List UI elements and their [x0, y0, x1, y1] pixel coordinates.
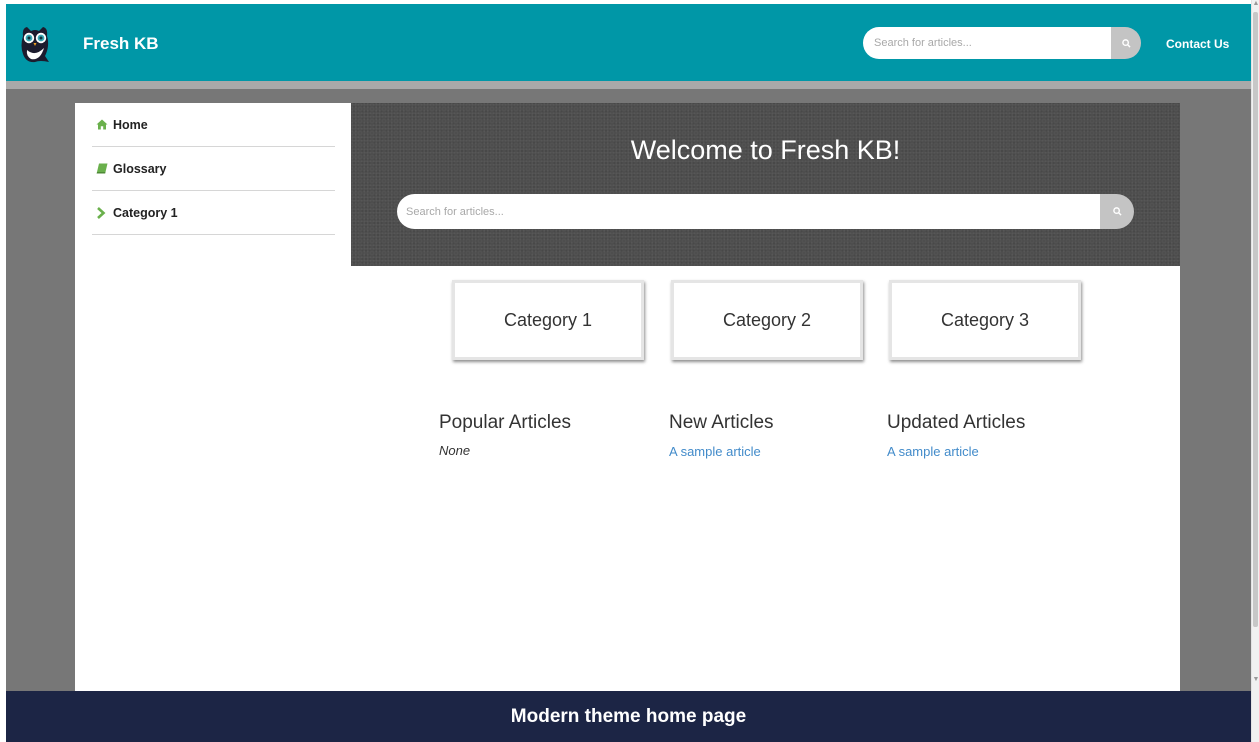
browser-viewport: Fresh KB Contact Us Home: [6, 4, 1251, 742]
hero-title: Welcome to Fresh KB!: [630, 135, 901, 165]
header-search-input[interactable]: [863, 27, 1111, 59]
header-search-button[interactable]: [1111, 27, 1141, 59]
sidebar-item-label: Category 1: [113, 205, 178, 220]
header-search: [863, 27, 1141, 59]
hero-search-button[interactable]: [1100, 194, 1134, 229]
search-icon: [1121, 38, 1131, 48]
category-card-2[interactable]: Category 2: [671, 280, 863, 360]
scrollbar-thumb[interactable]: [1253, 12, 1258, 627]
book-icon: [96, 163, 110, 174]
new-articles-section: New Articles A sample article: [669, 412, 869, 461]
sidebar-item-glossary[interactable]: Glossary: [92, 147, 335, 191]
popular-articles-section: Popular Articles None: [439, 412, 639, 458]
site-brand[interactable]: Fresh KB: [83, 34, 159, 54]
category-card-1[interactable]: Category 1: [452, 280, 644, 360]
scroll-down-arrow-icon[interactable]: ▼: [1252, 676, 1259, 684]
sidebar-item-home[interactable]: Home: [92, 103, 335, 147]
sidebar-item-label: Glossary: [113, 161, 167, 176]
site-header: Fresh KB Contact Us: [6, 4, 1251, 81]
popular-articles-empty: None: [439, 443, 471, 458]
hero-search-input[interactable]: [397, 194, 1100, 229]
caption-banner: Modern theme home page: [6, 691, 1251, 742]
vertical-scrollbar[interactable]: ▲ ▼: [1251, 0, 1259, 742]
new-articles-heading: New Articles: [669, 412, 774, 433]
scroll-up-arrow-icon[interactable]: ▲: [1252, 0, 1259, 8]
category-card-3[interactable]: Category 3: [889, 280, 1081, 360]
content-panel: Home Glossary Category 1 Welcome to Fres…: [75, 103, 1180, 742]
header-divider: [6, 81, 1251, 89]
sidebar-item-label: Home: [113, 117, 148, 132]
owl-logo-icon[interactable]: [18, 24, 52, 64]
sidebar-nav: Home Glossary Category 1: [92, 103, 335, 235]
sidebar-item-category-1[interactable]: Category 1: [92, 191, 335, 235]
home-icon: [96, 119, 110, 130]
new-article-link[interactable]: A sample article: [669, 444, 761, 459]
hero-search: [397, 194, 1134, 229]
popular-articles-heading: Popular Articles: [439, 412, 572, 433]
updated-articles-heading: Updated Articles: [887, 412, 1026, 433]
hero-banner: Welcome to Fresh KB!: [351, 103, 1180, 266]
chevron-right-icon: [96, 206, 110, 219]
updated-article-link[interactable]: A sample article: [887, 444, 979, 459]
search-icon: [1112, 207, 1122, 216]
contact-us-link[interactable]: Contact Us: [1166, 37, 1229, 51]
updated-articles-section: Updated Articles A sample article: [887, 412, 1087, 461]
